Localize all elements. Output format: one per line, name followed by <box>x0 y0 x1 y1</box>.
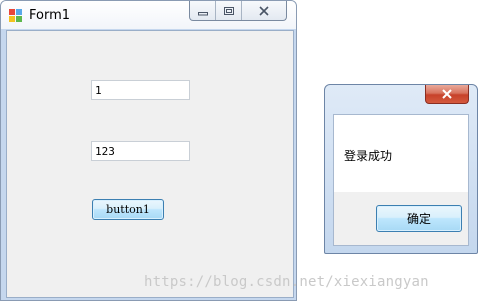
close-icon <box>259 5 269 16</box>
message-box-window: 登录成功 确定 <box>324 84 478 254</box>
message-box-body: 登录成功 确定 <box>333 114 469 246</box>
close-icon <box>442 89 452 99</box>
form1-window: Form1 button1 <box>0 0 297 301</box>
close-button[interactable] <box>242 1 286 20</box>
minimize-button[interactable] <box>190 1 216 20</box>
form1-titlebar[interactable]: Form1 <box>1 1 296 29</box>
caption-buttons <box>189 1 287 21</box>
app-icon <box>9 9 22 22</box>
ok-button[interactable]: 确定 <box>376 205 462 232</box>
textbox2[interactable] <box>91 141 190 161</box>
form1-client-area: button1 <box>6 30 294 298</box>
message-text: 登录成功 <box>344 149 393 163</box>
textbox1[interactable] <box>91 80 190 100</box>
message-box-close-button[interactable] <box>425 85 469 104</box>
maximize-button[interactable] <box>216 1 242 20</box>
maximize-icon <box>223 6 234 15</box>
button1[interactable]: button1 <box>92 199 164 220</box>
watermark-text: https://blog.csdn.net/xiexiangyan <box>144 274 429 290</box>
minimize-icon <box>197 11 208 15</box>
form1-title: Form1 <box>29 8 71 23</box>
